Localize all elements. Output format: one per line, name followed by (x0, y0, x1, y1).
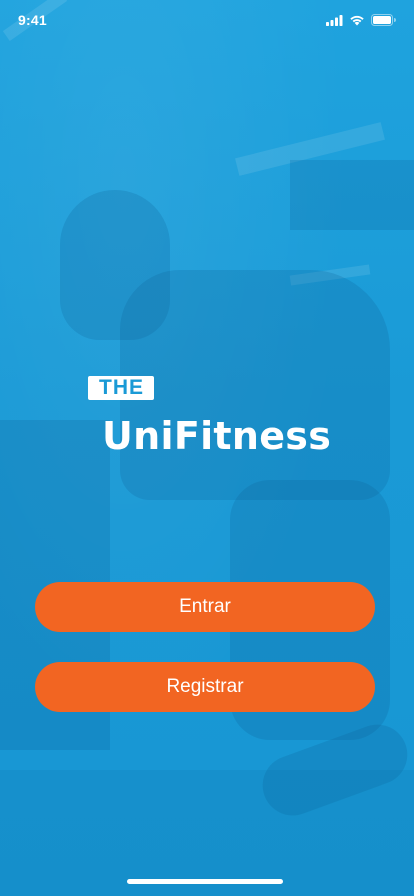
status-time: 9:41 (18, 12, 47, 28)
status-bar: 9:41 (0, 0, 414, 40)
wifi-icon (349, 14, 365, 26)
logo-title: UniFitness (102, 414, 332, 458)
logo-badge: THE (88, 376, 154, 400)
login-button[interactable]: Entrar (35, 582, 375, 632)
register-button[interactable]: Registrar (35, 662, 375, 712)
app-logo: THE UniFitness (88, 376, 348, 458)
cellular-signal-icon (326, 14, 343, 26)
home-indicator[interactable] (127, 879, 283, 884)
welcome-screen: 9:41 THE UniFitness Entrar Registrar (0, 0, 414, 896)
status-icons (326, 14, 396, 26)
battery-icon (371, 14, 396, 26)
